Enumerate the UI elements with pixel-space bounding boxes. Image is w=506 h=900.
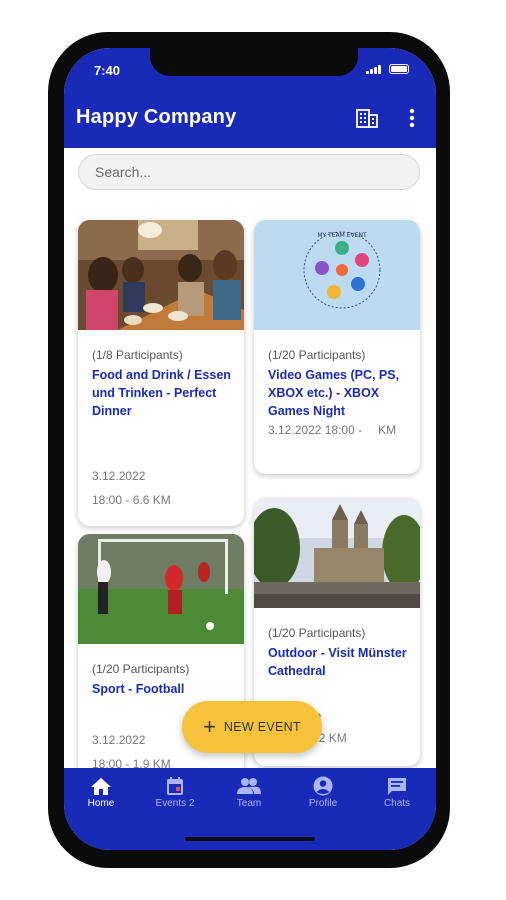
building-icon[interactable]: [356, 108, 378, 128]
nav-item-team[interactable]: Team: [212, 776, 286, 809]
new-event-label: NEW EVENT: [223, 720, 301, 734]
new-event-button[interactable]: + NEW EVENT: [182, 701, 322, 753]
nav-label: Events 2: [155, 798, 195, 809]
event-title: Outdoor - Visit Münster Cathedral: [268, 646, 407, 678]
nav-item-profile[interactable]: Profile: [286, 776, 360, 809]
app-screen: 7:40 Happy Company Search... (1/8 Partic…: [64, 48, 436, 850]
event-date: 3.12.2022: [92, 733, 146, 747]
participants-count: (1/8 Participants): [92, 348, 183, 362]
participants-count: (1/20 Participants): [268, 348, 366, 362]
nav-label: Team: [236, 798, 262, 809]
phone-notch: [150, 48, 358, 76]
event-details: 18:00 - 6.6 KM: [92, 493, 171, 507]
event-date: 3.12.2022 18:00 -: [268, 423, 363, 437]
team-icon: [237, 778, 261, 794]
nav-item-chats[interactable]: Chats: [360, 776, 434, 809]
nav-label: Chats: [383, 798, 411, 809]
event-title: Food and Drink / Essen und Trinken - Per…: [92, 368, 231, 418]
chat-icon: [388, 778, 406, 795]
event-details: KM: [378, 423, 397, 437]
event-details: 18:00 - 1.9 KM: [92, 757, 171, 768]
home-indicator: [185, 837, 315, 841]
event-title: Video Games (PC, PS, XBOX etc.) - XBOX G…: [268, 368, 400, 418]
calendar-icon: [167, 777, 183, 795]
logo-lettering: MY TEAM EVENT: [317, 232, 367, 239]
plus-icon: +: [203, 714, 216, 739]
bottom-nav: Home Events 2 Team Profile Chats: [64, 768, 436, 850]
status-time: 7:40: [94, 63, 121, 78]
content-area: (1/8 Participants) Food and Drink / Esse…: [64, 148, 436, 768]
signal-icon: [366, 64, 382, 74]
app-title: Happy Company: [76, 106, 237, 128]
more-vert-icon[interactable]: [404, 108, 420, 128]
event-title: Sport - Football: [92, 682, 185, 696]
participants-count: (1/20 Participants): [92, 662, 190, 676]
nav-item-home[interactable]: Home: [64, 776, 138, 809]
account-icon: [313, 776, 333, 796]
cathedral-photo: [254, 498, 420, 608]
football-match-photo: [78, 534, 244, 644]
home-icon: [91, 778, 111, 795]
group-dinner-photo: [78, 220, 244, 330]
participants-count: (1/20 Participants): [268, 626, 366, 640]
nav-label: Home: [87, 798, 115, 809]
search-input[interactable]: [78, 154, 420, 190]
nav-label: Profile: [308, 798, 338, 809]
battery-icon: [389, 64, 409, 74]
event-date: 3.12.2022: [92, 469, 146, 483]
svg-text:MY TEAM EVENT: MY TEAM EVENT: [317, 232, 367, 239]
event-card[interactable]: (1/8 Participants) Food and Drink / Esse…: [78, 220, 244, 526]
event-card[interactable]: MY TEAM EVENT (1/20 Participants) Video …: [254, 220, 420, 474]
nav-item-events[interactable]: Events 2: [138, 776, 212, 809]
